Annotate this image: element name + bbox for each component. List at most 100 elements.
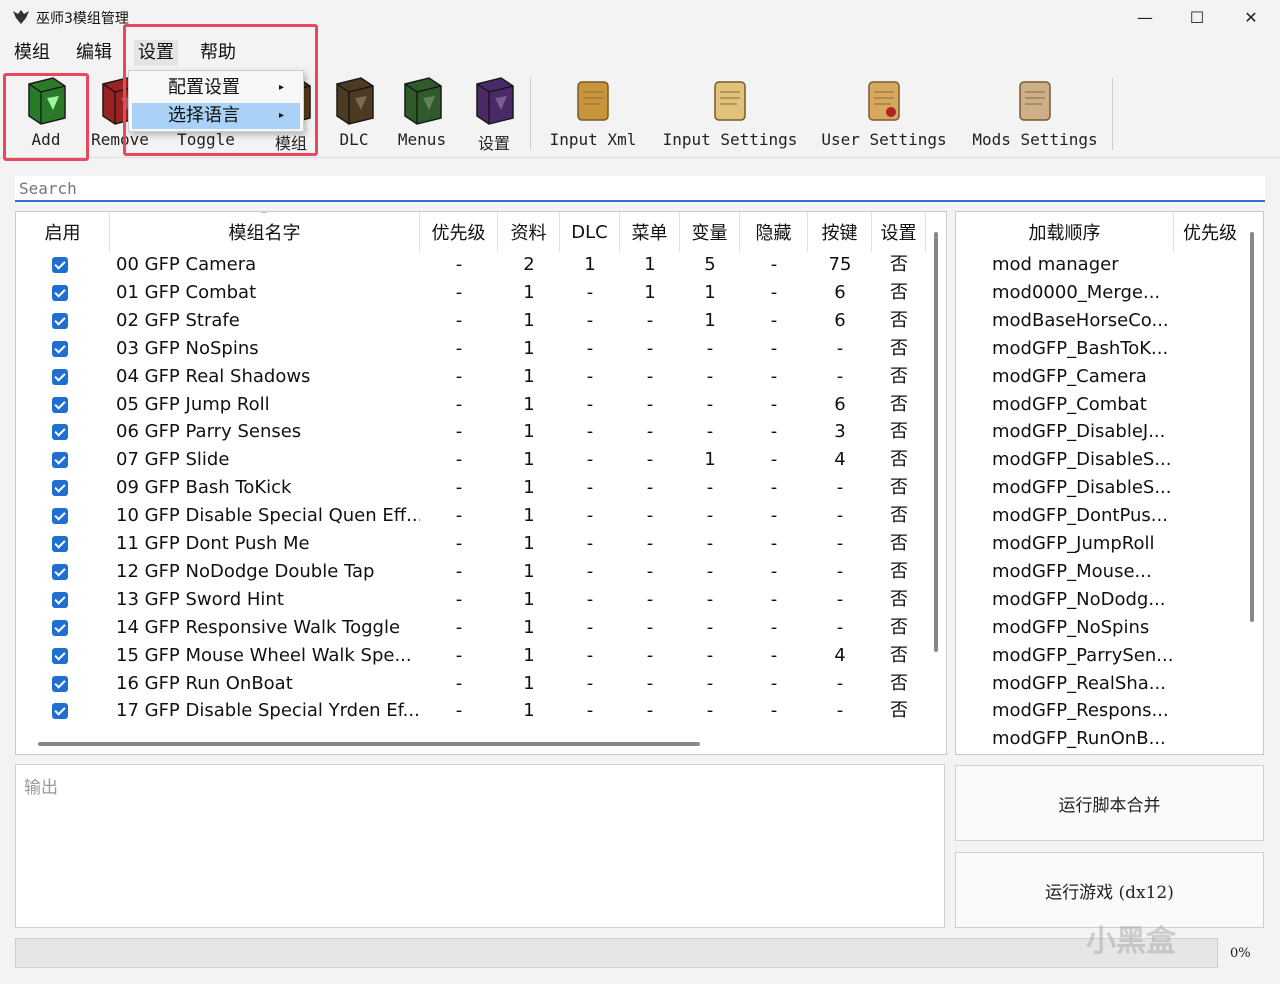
- cell-data: 1: [523, 337, 535, 359]
- enable-checkbox[interactable]: [52, 619, 68, 636]
- enable-checkbox[interactable]: [52, 312, 68, 329]
- cell-menu: -: [646, 421, 654, 443]
- list-item[interactable]: mod manager: [956, 251, 1246, 279]
- table-row[interactable]: 13 GFP Sword Hint - 1 - - - - - 否: [16, 586, 946, 614]
- menu-mods[interactable]: 模组: [10, 40, 54, 66]
- table-row[interactable]: 09 GFP Bash ToKick - 1 - - - - - 否: [16, 474, 946, 502]
- table-row[interactable]: 11 GFP Dont Push Me - 1 - - - - - 否: [16, 530, 946, 558]
- table-row[interactable]: 07 GFP Slide - 1 - - 1 - 4 否: [16, 446, 946, 474]
- table-row[interactable]: 01 GFP Combat - 1 - 1 1 - 6 否: [16, 279, 946, 307]
- search-input[interactable]: [15, 176, 1265, 202]
- enable-checkbox[interactable]: [52, 647, 68, 664]
- column-header-keys[interactable]: 按键: [808, 212, 872, 252]
- table-row[interactable]: 14 GFP Responsive Walk Toggle - 1 - - - - - 否: [16, 614, 946, 642]
- column-header-priority[interactable]: 优先级: [420, 212, 498, 252]
- enable-checkbox[interactable]: [52, 284, 68, 301]
- enable-checkbox[interactable]: [52, 396, 68, 413]
- table-row[interactable]: 10 GFP Disable Special Quen Eff... - 1 - - - -…: [16, 502, 946, 530]
- cell-name: 07 GFP Slide: [116, 449, 230, 471]
- column-header-vars[interactable]: 变量: [680, 212, 740, 252]
- run-script-merge-button[interactable]: 运行脚本合并: [955, 765, 1264, 841]
- cell-keys: -: [836, 505, 844, 527]
- table-row[interactable]: 00 GFP Camera - 2 1 1 5 - 75 否: [16, 251, 946, 279]
- cell-hidden: -: [770, 644, 778, 666]
- enable-checkbox[interactable]: [52, 480, 68, 497]
- load-order-name: modGFP_JumpRoll: [992, 533, 1155, 554]
- cell-dlc: -: [586, 337, 594, 359]
- list-item[interactable]: modGFP_ParrySen...: [956, 642, 1246, 670]
- enable-checkbox[interactable]: [52, 703, 68, 720]
- list-item[interactable]: mod0000_Merge...: [956, 279, 1246, 307]
- vertical-scrollbar[interactable]: [1250, 232, 1254, 622]
- list-item[interactable]: modGFP_NoSpins: [956, 614, 1246, 642]
- menu-edit[interactable]: 编辑: [72, 40, 116, 66]
- cell-menu: -: [646, 505, 654, 527]
- column-header-enable[interactable]: 启用: [16, 212, 110, 252]
- menu-item-select-language[interactable]: 选择语言 ▸: [132, 103, 300, 129]
- cell-menu: -: [646, 449, 654, 471]
- enable-checkbox[interactable]: [52, 340, 68, 357]
- table-row[interactable]: 04 GFP Real Shadows - 1 - - - - - 否: [16, 363, 946, 391]
- toolbar-button-8[interactable]: Input Settings: [655, 74, 805, 156]
- table-row[interactable]: 06 GFP Parry Senses - 1 - - - - 3 否: [16, 418, 946, 446]
- list-item[interactable]: modGFP_NoDodg...: [956, 586, 1246, 614]
- table-row[interactable]: 16 GFP Run OnBoat - 1 - - - - - 否: [16, 670, 946, 698]
- cell-priority: -: [455, 254, 463, 275]
- load-order-name: modGFP_Mouse...: [992, 560, 1152, 582]
- list-item[interactable]: modGFP_Respons...: [956, 697, 1246, 725]
- list-item[interactable]: modGFP_Combat: [956, 391, 1246, 419]
- enable-checkbox[interactable]: [52, 508, 68, 525]
- enable-checkbox[interactable]: [52, 368, 68, 385]
- list-item[interactable]: modGFP_Mouse...: [956, 558, 1246, 586]
- table-row[interactable]: 17 GFP Disable Special Yrden Ef... - 1 - - - -…: [16, 697, 946, 725]
- column-header-data[interactable]: 资料: [498, 212, 560, 252]
- cell-vars: -: [706, 365, 714, 387]
- menu-item-config-settings[interactable]: 配置设置 ▸: [132, 75, 300, 101]
- table-row[interactable]: 15 GFP Mouse Wheel Walk Spe... - 1 - - - - 4 否: [16, 642, 946, 670]
- enable-checkbox[interactable]: [52, 563, 68, 580]
- cell-priority: -: [455, 449, 463, 471]
- list-item[interactable]: modBaseHorseCo...: [956, 307, 1246, 335]
- cell-menu: -: [646, 672, 654, 694]
- menu-settings[interactable]: 设置: [134, 40, 178, 66]
- list-item[interactable]: modGFP_RunOnB...: [956, 725, 1246, 753]
- enable-checkbox[interactable]: [52, 536, 68, 552]
- table-row[interactable]: 03 GFP NoSpins - 1 - - - - - 否: [16, 335, 946, 363]
- column-header-settings[interactable]: 设置: [872, 212, 926, 252]
- toolbar-button-7[interactable]: Input Xml: [518, 74, 668, 156]
- output-textarea[interactable]: 输出: [15, 764, 945, 928]
- list-item[interactable]: modGFP_JumpRoll: [956, 530, 1246, 558]
- close-button[interactable]: ✕: [1224, 0, 1278, 34]
- enable-checkbox[interactable]: [52, 591, 68, 608]
- enable-checkbox[interactable]: [52, 257, 68, 273]
- cell-dlc: -: [586, 365, 594, 387]
- table-row[interactable]: 05 GFP Jump Roll - 1 - - - - 6 否: [16, 391, 946, 419]
- list-item[interactable]: modGFP_DisableS...: [956, 474, 1246, 502]
- minimize-button[interactable]: —: [1118, 0, 1172, 34]
- toolbar-button-label: Input Settings: [662, 130, 798, 149]
- list-item[interactable]: modGFP_Camera: [956, 363, 1246, 391]
- cell-data: 1: [523, 644, 535, 666]
- mods-table: 启用 模组名字 优先级 资料 DLC 菜单 变量 隐藏 按键 设置 ⌃ 00 GFP Camera -2…: [15, 211, 947, 755]
- menu-help[interactable]: 帮助: [196, 40, 240, 66]
- list-item[interactable]: modGFP_RealSha...: [956, 670, 1246, 698]
- toolbar-button-9[interactable]: User Settings: [809, 74, 959, 156]
- list-item[interactable]: modGFP_DisableJ...: [956, 418, 1246, 446]
- column-header-priority[interactable]: 优先级: [1174, 212, 1246, 252]
- column-header-menu[interactable]: 菜单: [620, 212, 680, 252]
- horizontal-scrollbar[interactable]: [38, 742, 700, 746]
- list-item[interactable]: modGFP_DisableS...: [956, 446, 1246, 474]
- enable-checkbox[interactable]: [52, 424, 68, 441]
- list-item[interactable]: modGFP_BashToK...: [956, 335, 1246, 363]
- column-header-dlc[interactable]: DLC: [560, 212, 620, 252]
- cell-menu: -: [646, 588, 654, 610]
- enable-checkbox[interactable]: [52, 675, 68, 692]
- list-item[interactable]: modGFP_DontPus...: [956, 502, 1246, 530]
- maximize-button[interactable]: ☐: [1170, 0, 1224, 34]
- table-row[interactable]: 12 GFP NoDodge Double Tap - 1 - - - - - 否: [16, 558, 946, 586]
- table-row[interactable]: 02 GFP Strafe - 1 - - 1 - 6 否: [16, 307, 946, 335]
- column-header-load-order[interactable]: 加载顺序: [956, 212, 1174, 252]
- enable-checkbox[interactable]: [52, 452, 68, 469]
- column-header-hidden[interactable]: 隐藏: [740, 212, 808, 252]
- toolbar-button-10[interactable]: Mods Settings: [960, 74, 1110, 156]
